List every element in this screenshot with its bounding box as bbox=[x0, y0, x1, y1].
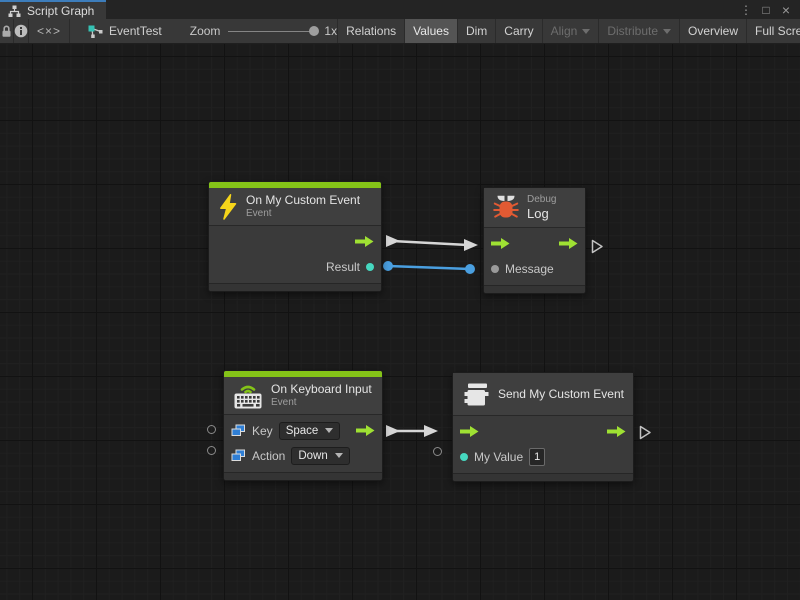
graph-toolbar: <×> EventTest Zoom 1x Relations Values D… bbox=[0, 19, 800, 44]
enum-type-icon bbox=[231, 449, 246, 462]
node-footer bbox=[484, 285, 585, 293]
node-debug-log[interactable]: Debug Log Message bbox=[483, 187, 586, 294]
node-header[interactable]: Debug Log bbox=[484, 188, 585, 228]
zoom-control: Zoom 1x bbox=[190, 19, 337, 43]
chevron-down-icon bbox=[335, 453, 343, 458]
node-footer bbox=[209, 283, 381, 291]
chevron-down-icon bbox=[582, 29, 590, 34]
close-icon[interactable]: × bbox=[778, 2, 794, 18]
node-on-my-custom-event[interactable]: On My Custom Event Event Result bbox=[208, 181, 382, 292]
lock-button[interactable] bbox=[0, 19, 14, 43]
value-input-port-key-outer[interactable] bbox=[207, 425, 216, 434]
bug-icon bbox=[493, 195, 519, 221]
keyboard-icon bbox=[233, 382, 263, 409]
node-title: On My Custom Event bbox=[246, 193, 360, 208]
node-header[interactable]: On My Custom Event Event bbox=[209, 188, 381, 226]
toolbar-right-group: Relations Values Dim Carry Align Distrib… bbox=[337, 19, 800, 43]
toolbar-button-align[interactable]: Align bbox=[542, 19, 599, 43]
send-event-icon bbox=[462, 381, 490, 407]
flow-input-port[interactable] bbox=[460, 425, 479, 438]
node-footer bbox=[224, 472, 382, 480]
flow-output-port[interactable] bbox=[559, 237, 578, 250]
value-input-port-message[interactable] bbox=[491, 265, 499, 273]
chevron-down-icon bbox=[325, 428, 333, 433]
node-title: Log bbox=[527, 206, 556, 221]
value-input-port-my-value[interactable] bbox=[460, 453, 468, 461]
lock-icon bbox=[0, 24, 13, 38]
lightning-icon bbox=[218, 194, 238, 220]
node-send-my-custom-event[interactable]: Send My Custom Event My Value bbox=[452, 372, 634, 482]
window-controls: ⋮ □ × bbox=[738, 0, 800, 19]
code-view-button[interactable]: <×> bbox=[29, 19, 70, 43]
key-dropdown[interactable]: Space bbox=[279, 422, 341, 440]
maximize-icon[interactable]: □ bbox=[758, 3, 774, 17]
node-body: Key Space Action Down bbox=[224, 415, 382, 472]
node-body: Result bbox=[209, 226, 381, 283]
action-dropdown[interactable]: Down bbox=[291, 447, 349, 465]
unity-script-graph-window: Script Graph ⋮ □ × <×> bbox=[0, 0, 800, 600]
node-footer bbox=[453, 473, 633, 481]
toolbar-button-fullscreen[interactable]: Full Screen bbox=[746, 19, 800, 43]
graph-ref-icon bbox=[88, 25, 103, 38]
node-header[interactable]: On Keyboard Input Event bbox=[224, 377, 382, 415]
flow-output-port[interactable] bbox=[607, 425, 626, 438]
value-input-port-my-value-outer[interactable] bbox=[433, 447, 442, 456]
flow-input-port[interactable] bbox=[491, 237, 510, 250]
toolbar-button-relations[interactable]: Relations bbox=[337, 19, 404, 43]
node-body: Message bbox=[484, 228, 585, 285]
tab-bar: Script Graph ⋮ □ × bbox=[0, 0, 800, 19]
more-menu-icon[interactable]: ⋮ bbox=[738, 3, 754, 17]
enum-type-icon bbox=[231, 424, 246, 437]
toolbar-button-values[interactable]: Values bbox=[404, 19, 457, 43]
zoom-value: 1x bbox=[324, 24, 337, 38]
toolbar-button-dim[interactable]: Dim bbox=[457, 19, 495, 43]
port-label-result: Result bbox=[326, 260, 360, 274]
zoom-slider-track bbox=[228, 31, 316, 33]
graph-canvas[interactable] bbox=[0, 44, 800, 600]
node-header[interactable]: Send My Custom Event bbox=[453, 373, 633, 416]
zoom-label: Zoom bbox=[190, 24, 221, 38]
port-label-message: Message bbox=[505, 262, 554, 276]
node-title: Send My Custom Event bbox=[498, 387, 624, 402]
tab-title: Script Graph bbox=[27, 4, 94, 18]
toolbar-button-carry[interactable]: Carry bbox=[495, 19, 541, 43]
graph-tab-icon bbox=[8, 5, 21, 17]
toolbar-button-overview[interactable]: Overview bbox=[679, 19, 746, 43]
value-output-port-result[interactable] bbox=[366, 263, 374, 271]
node-title: On Keyboard Input bbox=[271, 382, 372, 397]
node-surtitle: Debug bbox=[527, 194, 556, 206]
node-on-keyboard-input[interactable]: On Keyboard Input Event Key Space bbox=[223, 370, 383, 481]
chevron-down-icon bbox=[663, 29, 671, 34]
flow-output-port[interactable] bbox=[355, 235, 374, 248]
code-icon: <×> bbox=[37, 24, 61, 38]
flow-continuation-icon[interactable] bbox=[639, 425, 652, 440]
zoom-slider[interactable] bbox=[228, 25, 316, 37]
tab-script-graph[interactable]: Script Graph bbox=[0, 0, 106, 19]
port-label-key: Key bbox=[252, 424, 273, 438]
inspect-button[interactable] bbox=[14, 19, 29, 43]
node-subtitle: Event bbox=[246, 208, 360, 220]
port-label-my-value: My Value bbox=[474, 450, 523, 464]
flow-continuation-icon[interactable] bbox=[591, 239, 604, 254]
node-subtitle: Event bbox=[271, 397, 372, 409]
port-label-action: Action bbox=[252, 449, 285, 463]
zoom-slider-knob[interactable] bbox=[309, 26, 319, 36]
graph-breadcrumb[interactable]: EventTest bbox=[88, 19, 162, 43]
my-value-input[interactable] bbox=[529, 448, 545, 466]
flow-output-port[interactable] bbox=[356, 424, 375, 437]
node-body: My Value bbox=[453, 416, 633, 473]
value-input-port-action-outer[interactable] bbox=[207, 446, 216, 455]
graph-name: EventTest bbox=[109, 24, 162, 38]
info-icon bbox=[14, 24, 28, 38]
toolbar-button-distribute[interactable]: Distribute bbox=[598, 19, 679, 43]
